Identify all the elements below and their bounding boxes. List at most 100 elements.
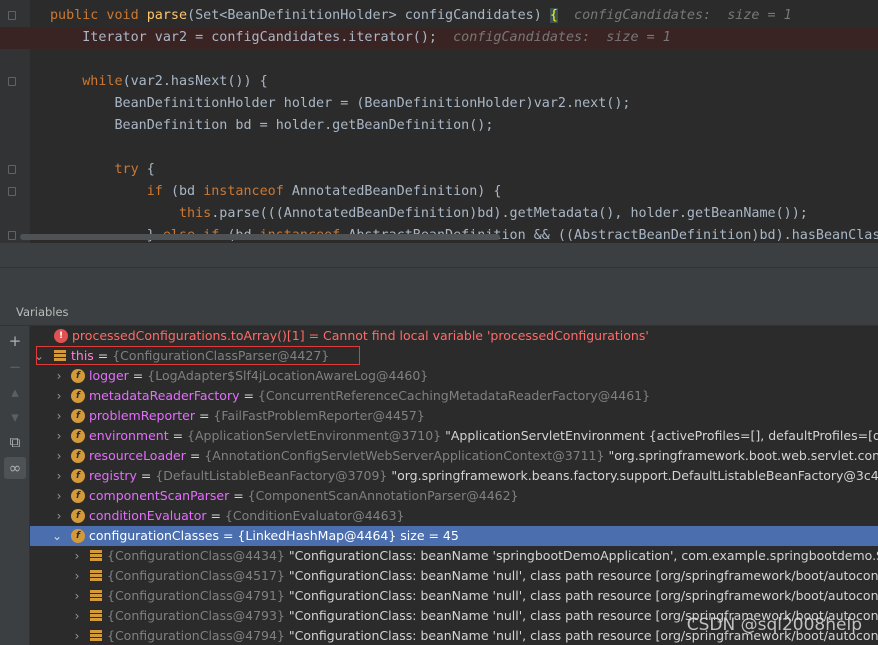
entry-text: "ConfigurationClass: beanName 'null', cl… [288,588,878,603]
field-string: "org.springframework.boot.web.servlet.co… [608,448,878,463]
field-icon: f [71,369,85,383]
chevron-right-icon[interactable]: › [54,386,64,406]
field-row[interactable]: › f resourceLoader = {AnnotationConfigServ… [30,446,878,466]
map-entry-row[interactable]: › {ConfigurationClass@4791} "Configuratio… [30,586,878,606]
divider-line [0,267,878,268]
code-token: this [179,206,212,221]
code-line[interactable]: Iterator var2 = configCandidates.iterato… [0,27,878,49]
code-token: (Set<BeanDefinitionHolder> configCandida… [187,8,550,23]
field-icon: f [71,389,85,403]
code-token: { [138,162,155,177]
field-ref: {DefaultListableBeanFactory@3709} [155,468,388,483]
field-icon: f [71,409,85,423]
variables-panel-header: Variables [0,297,878,326]
map-entry-row[interactable]: › {ConfigurationClass@4434} "Configuratio… [30,546,878,566]
field-equals: = [229,488,248,503]
field-icon: f [71,529,85,543]
field-equals: = [128,368,148,383]
chevron-right-icon[interactable]: › [54,446,64,466]
chevron-right-icon[interactable]: › [54,506,64,526]
horizontal-scrollbar[interactable] [20,234,500,240]
copy-icon[interactable]: ⧉ [4,431,26,453]
code-line[interactable] [0,137,878,159]
chevron-right-icon[interactable]: › [54,486,64,506]
map-entry-row[interactable]: › {ConfigurationClass@4517} "Configuratio… [30,566,878,586]
code-text: this.parse(((AnnotatedBeanDefinition)bd)… [50,203,808,225]
field-equals: = [195,408,214,423]
selected-row-configurationClasses[interactable]: ⌄ f configurationClasses = {LinkedHashMa… [30,526,878,546]
field-ref: {LogAdapter$Slf4jLocationAwareLog@4460} [147,368,429,383]
chevron-down-icon[interactable]: ⌄ [52,526,62,546]
minus-icon[interactable]: − [4,356,26,378]
code-text: public void parse(Set<BeanDefinitionHold… [50,5,792,27]
chevron-right-icon[interactable]: › [54,366,64,386]
code-line[interactable]: this.parse(((AnnotatedBeanDefinition)bd)… [0,203,878,225]
code-token: (bd [170,184,204,199]
down-icon[interactable]: ▾ [4,406,26,428]
chevron-right-icon[interactable]: › [72,586,82,606]
code-token: while [82,74,123,89]
field-ref: {ConcurrentReferenceCachingMetadataReade… [257,388,651,403]
chevron-right-icon[interactable]: › [54,466,64,486]
field-row[interactable]: › f problemReporter = {FailFastProblemRepo… [30,406,878,426]
error-icon: ! [54,329,68,343]
field-icon: f [71,429,85,443]
highlight-box [36,346,360,365]
up-icon[interactable]: ▴ [4,381,26,403]
code-text: while(var2.hasNext()) { [50,71,267,93]
field-equals: = [136,468,156,483]
code-token: instanceof [203,184,292,199]
watch-icon[interactable]: ∞ [4,457,26,479]
field-icon: f [71,489,85,503]
field-equals: = [239,388,258,403]
field-ref: {ComponentScanAnnotationParser@4462} [247,488,519,503]
object-icon [89,589,103,603]
chevron-right-icon[interactable]: › [72,566,82,586]
field-ref: {ConditionEvaluator@4463} [224,508,405,523]
field-name: registry [89,468,137,483]
code-editor[interactable]: public void parse(Set<BeanDefinitionHold… [0,0,878,243]
field-name: problemReporter [89,408,195,423]
code-token: { [549,8,558,23]
code-token: parse [146,8,188,23]
add-icon[interactable]: + [4,330,26,352]
inline-value-hint: configCandidates: size = 1 [574,8,792,23]
chevron-right-icon[interactable]: › [72,606,82,626]
field-row[interactable]: › f environment = {ApplicationServletEnvir… [30,426,878,446]
code-text: Iterator var2 = configCandidates.iterato… [50,27,671,49]
field-ref: {FailFastProblemReporter@4457} [213,408,425,423]
code-token: Iterator var2 = configCandidates.iterato… [82,30,437,45]
code-token: AnnotatedBeanDefinition) { [291,184,502,199]
code-line[interactable]: try { [0,159,878,181]
chevron-right-icon[interactable]: › [72,626,82,645]
code-token: public void [50,8,147,23]
tool-window-divider [0,243,878,297]
chevron-right-icon[interactable]: › [54,406,64,426]
code-line[interactable]: if (bd instanceof AnnotatedBeanDefinitio… [0,181,878,203]
code-line[interactable]: public void parse(Set<BeanDefinitionHold… [0,5,878,27]
error-row[interactable]: ! processedConfigurations.toArray()[1] =… [30,326,878,346]
code-line[interactable]: BeanDefinition bd = holder.getBeanDefini… [0,115,878,137]
field-icon: f [71,509,85,523]
field-row[interactable]: › f componentScanParser = {ComponentScanAn… [30,486,878,506]
code-text: try { [50,159,155,181]
code-line[interactable]: BeanDefinitionHolder holder = (BeanDefin… [0,93,878,115]
field-row[interactable]: › f metadataReaderFactory = {ConcurrentRef… [30,386,878,406]
code-line[interactable]: while(var2.hasNext()) { [0,71,878,93]
field-equals: = [185,448,205,463]
code-line[interactable] [0,49,878,71]
variables-tree[interactable]: ! processedConfigurations.toArray()[1] =… [30,326,878,645]
entry-ref: {ConfigurationClass@4434} [107,548,285,563]
code-text: BeanDefinitionHolder holder = (BeanDefin… [50,93,631,115]
object-icon [89,609,103,623]
field-string: "org.springframework.beans.factory.suppo… [391,468,878,483]
field-name: componentScanParser [89,488,230,503]
chevron-right-icon[interactable]: › [54,426,64,446]
error-variable-name: processedConfigurations.toArray()[1] [72,328,305,343]
field-row[interactable]: › f conditionEvaluator = {ConditionEvaluat… [30,506,878,526]
field-icon: f [71,449,85,463]
field-row[interactable]: › f logger = {LogAdapter$Slf4jLocationAwar… [30,366,878,386]
field-ref: {ApplicationServletEnvironment@3710} [187,428,442,443]
chevron-right-icon[interactable]: › [72,546,82,566]
field-row[interactable]: › f registry = {DefaultListableBeanFactory… [30,466,878,486]
